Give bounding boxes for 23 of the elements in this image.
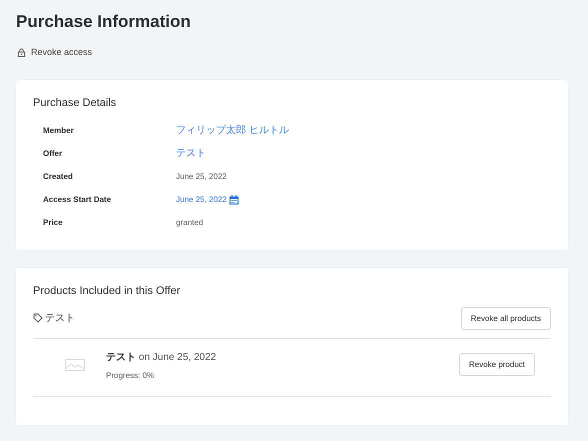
field-value-link[interactable]: テスト	[176, 148, 206, 158]
field-value-link[interactable]: フィリップ太郎 ヒルトル	[176, 126, 289, 136]
card-title: Purchase Details	[33, 96, 118, 108]
field-label: Offer	[43, 148, 64, 158]
field-label: Member	[43, 126, 75, 136]
field-label: Price	[43, 218, 64, 228]
card-title: Products Included in this Offer	[33, 284, 182, 296]
page-title: Purchase Information	[16, 12, 192, 32]
product-title: テスト on June 25, 2022	[106, 350, 218, 364]
tag-icon	[33, 313, 43, 323]
lock-icon	[17, 48, 26, 56]
field-value: June 25, 2022	[176, 172, 227, 182]
image-placeholder-icon	[65, 358, 85, 370]
revoke-product-button[interactable]: Revoke product	[458, 353, 535, 376]
calendar-icon	[228, 194, 239, 204]
revoke-access-link[interactable]: Revoke access	[17, 47, 92, 57]
tag-label: テスト	[45, 312, 75, 325]
field-label: Access Start Date	[43, 194, 112, 204]
date-link[interactable]: June 25, 2022	[176, 194, 239, 204]
field-label: Created	[43, 172, 74, 182]
progress-text: Progress: 0%	[106, 370, 156, 380]
field-value: granted	[176, 218, 204, 228]
revoke-all-button[interactable]: Revoke all products	[460, 306, 551, 330]
